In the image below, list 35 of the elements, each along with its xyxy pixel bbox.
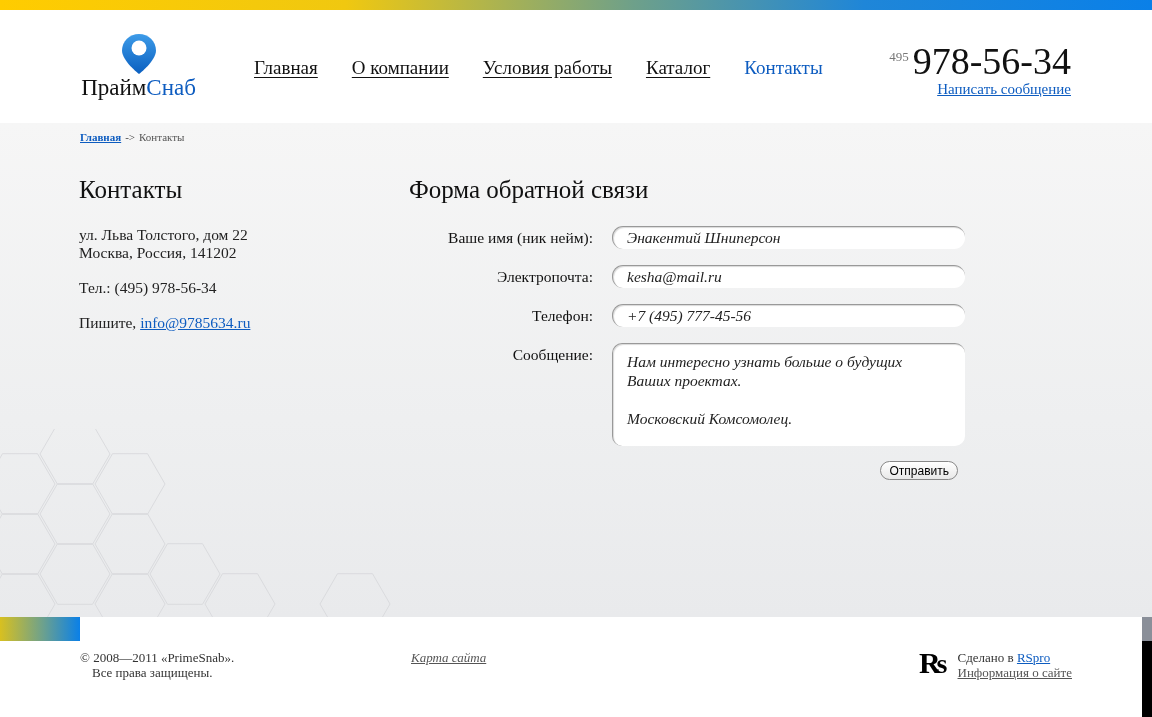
write-message-link[interactable]: Написать сообщение [937,81,1071,98]
copyright-text: © 2008—2011 «PrimeSnab». [80,650,236,665]
breadcrumb-link[interactable]: Главная [80,131,122,143]
nav-link[interactable]: Контакты [744,57,823,79]
field-label: Электропочта: [495,268,593,286]
form-title: Форма обратной связи [409,175,650,205]
copyright-text: Все права защищены. [91,665,214,680]
nav-link[interactable]: Главная [254,57,318,79]
phone-code: 495 [889,49,909,65]
studio-logo[interactable]: Rs [918,649,948,678]
address-text: ул. Льва Толстого, дом 22 Москва, Россия, 141202 [79,226,249,262]
email-link[interactable]: info@9785634.ru [140,314,251,331]
sitemap-link[interactable]: Карта сайта [411,650,487,680]
phone-number: 978-56-34 [912,41,1071,81]
nav-link[interactable]: Каталог [645,57,711,79]
input-field[interactable]: kesha@mail.ru [612,265,965,288]
field-label: Ваше имя (ник нейм): [447,229,593,247]
phone-text: Тел.: (495) 978-56-34 [79,279,218,297]
input-field[interactable]: +7 (495) 777-45-56 [612,304,965,327]
field-label: Телефон: [531,307,593,325]
nav-link[interactable]: О компании [351,57,449,79]
message-field[interactable]: Нам интересно узнать больше о будущих Ваших проектах. Московский Комсомолец. [612,343,965,446]
logo-text[interactable]: ПраймСнаб [81,75,196,101]
submit-button[interactable]: Отправить [880,461,958,480]
write-label: Пишите, [79,314,137,331]
contacts-title: Контакты [79,175,184,205]
made-by-text: Сделано в [957,650,1014,665]
field-label: Сообщение: [511,346,593,364]
site-info-link[interactable]: Информация о сайте [957,665,1072,680]
map-pin-icon [121,34,156,74]
breadcrumb-current: Контакты [139,131,185,143]
breadcrumb-separator: -> [125,131,136,143]
studio-link[interactable]: RSpro [1016,650,1051,665]
input-field[interactable]: Энакентий Шниперсон [612,226,965,249]
nav-link[interactable]: Условия работы [482,57,612,79]
